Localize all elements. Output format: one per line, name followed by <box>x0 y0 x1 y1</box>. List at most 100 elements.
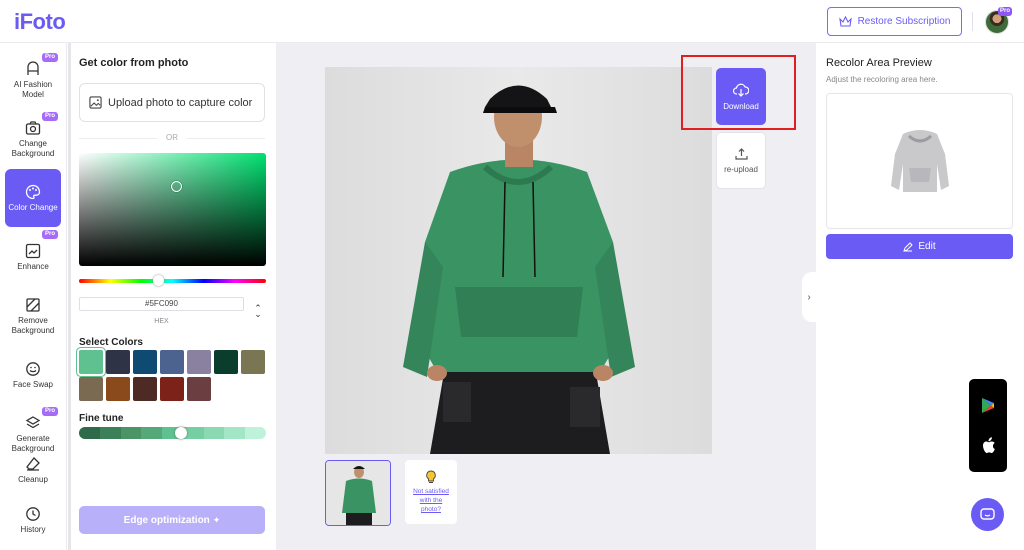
color-swatch[interactable] <box>106 350 130 374</box>
clock-icon <box>26 506 40 521</box>
pro-badge: Pro <box>41 407 58 416</box>
fine-tune-handle[interactable] <box>175 427 187 439</box>
chevron-right-icon[interactable]: › <box>802 272 816 322</box>
color-swatch[interactable] <box>79 377 103 401</box>
sidebar-item-face-swap[interactable]: Face Swap <box>5 346 61 404</box>
sidebar-item-ai-fashion-model[interactable]: Pro AI Fashion Model <box>5 51 61 109</box>
fine-tune-segment <box>99 427 121 439</box>
hue-slider-handle[interactable] <box>153 275 164 286</box>
color-swatch[interactable] <box>160 350 184 374</box>
result-photo[interactable] <box>325 67 712 454</box>
color-swatches <box>77 348 269 401</box>
tool-sidebar: Pro AI Fashion Model Pro Change Backgrou… <box>0 43 67 550</box>
lightbulb-icon <box>426 470 436 483</box>
sidebar-item-label: Face Swap <box>12 379 54 389</box>
eraser-icon <box>26 456 40 471</box>
or-divider: OR <box>79 133 265 142</box>
feedback-card[interactable]: Not satisfied with the photo? <box>405 460 457 524</box>
sidebar-item-label: Change Background <box>11 138 55 158</box>
color-change-panel: Get color from photo Upload photo to cap… <box>68 43 276 550</box>
select-colors-title: Select Colors <box>79 337 143 348</box>
sidebar-item-history[interactable]: History <box>5 491 61 549</box>
crop-icon <box>26 297 40 312</box>
google-play-icon[interactable] <box>980 397 996 414</box>
upload-photo-button[interactable]: Upload photo to capture color <box>79 83 265 122</box>
color-swatch[interactable] <box>214 350 238 374</box>
hanger-icon <box>27 60 39 75</box>
hex-label: HEX <box>154 318 169 325</box>
editor-canvas: Download re-upload Not satisfied with th… <box>276 43 816 550</box>
color-picker-handle[interactable] <box>171 181 182 192</box>
fine-tune-title: Fine tune <box>79 413 124 424</box>
pencil-icon <box>903 241 914 252</box>
panel-title: Get color from photo <box>79 57 189 69</box>
camera-icon <box>25 120 41 135</box>
palette-icon <box>25 184 41 199</box>
pro-badge: Pro <box>41 230 58 239</box>
recolor-preview-panel: Recolor Area Preview Adjust the recolori… <box>816 43 1024 550</box>
face-swap-icon <box>26 361 40 376</box>
sidebar-item-label: Remove Background <box>11 315 55 335</box>
thumbnail-image <box>326 461 390 525</box>
sidebar-item-enhance[interactable]: Pro Enhance <box>5 228 61 286</box>
avatar-pro-badge: Pro <box>998 7 1013 16</box>
fine-tune-segment <box>79 427 100 439</box>
format-toggle-icon[interactable]: ⌃ ⌄ <box>254 304 262 319</box>
not-satisfied-link[interactable]: Not satisfied with the photo? <box>409 487 453 514</box>
crown-icon <box>838 16 852 27</box>
sparkle-icon: ✦ <box>212 514 221 525</box>
upload-icon <box>734 147 748 160</box>
apple-icon[interactable] <box>981 437 996 454</box>
color-saturation-picker[interactable] <box>79 153 266 266</box>
recolor-preview-subtitle: Adjust the recoloring area here. <box>826 75 938 84</box>
reupload-button[interactable]: re-upload <box>716 132 766 189</box>
header-divider <box>972 12 973 31</box>
color-swatch[interactable] <box>133 377 157 401</box>
enhance-icon <box>25 243 41 258</box>
fine-tune-segment <box>141 427 163 439</box>
recolor-preview-title: Recolor Area Preview <box>826 57 932 69</box>
restore-subscription-label: Restore Subscription <box>857 16 951 27</box>
download-highlight-box <box>681 55 796 130</box>
color-swatch[interactable] <box>133 350 157 374</box>
upload-photo-label: Upload photo to capture color <box>108 96 253 109</box>
restore-subscription-button[interactable]: Restore Subscription <box>827 7 962 36</box>
image-upload-icon <box>89 96 102 109</box>
chat-icon <box>980 507 995 520</box>
hue-slider[interactable] <box>79 275 266 286</box>
color-swatch[interactable] <box>77 348 105 376</box>
sidebar-item-remove-background[interactable]: Remove Background <box>5 287 61 345</box>
ifoto-logo[interactable]: iFoto <box>14 9 66 35</box>
sidebar-item-label: Enhance <box>17 261 49 271</box>
color-swatch[interactable] <box>160 377 184 401</box>
recolor-mask-preview[interactable] <box>826 93 1013 229</box>
sidebar-item-color-change[interactable]: Color Change <box>5 169 61 227</box>
color-swatch[interactable] <box>187 377 211 401</box>
sidebar-item-change-background[interactable]: Pro Change Background <box>5 110 61 168</box>
color-swatch[interactable] <box>187 350 211 374</box>
pro-badge: Pro <box>41 53 58 62</box>
edge-optimization-button[interactable]: Edge optimization ✦ <box>79 506 265 534</box>
chat-support-button[interactable] <box>971 498 1004 531</box>
edit-label: Edit <box>918 241 936 252</box>
fine-tune-segment <box>120 427 142 439</box>
hex-color-input[interactable]: #5FC090 <box>79 297 244 311</box>
sidebar-item-label: AI Fashion Model <box>13 79 53 99</box>
color-swatch[interactable] <box>241 350 265 374</box>
top-bar: iFoto Restore Subscription Pro <box>0 0 1024 43</box>
edit-button[interactable]: Edit <box>826 234 1013 259</box>
reupload-label: re-upload <box>724 164 758 174</box>
sidebar-item-label: History <box>20 524 46 534</box>
sidebar-item-label: Cleanup <box>18 474 48 484</box>
pro-badge: Pro <box>41 112 58 121</box>
layers-icon <box>25 415 41 428</box>
gray-hoodie-mask-image <box>890 130 949 192</box>
fine-tune-segment <box>245 427 266 439</box>
fine-tune-segment <box>203 427 225 439</box>
sidebar-item-label: Color Change <box>8 202 58 212</box>
result-thumbnail[interactable] <box>325 460 391 526</box>
model-in-green-hoodie-image <box>403 85 635 454</box>
edge-optimization-label: Edge optimization <box>123 514 210 526</box>
fine-tune-bar[interactable] <box>79 427 266 439</box>
color-swatch[interactable] <box>106 377 130 401</box>
